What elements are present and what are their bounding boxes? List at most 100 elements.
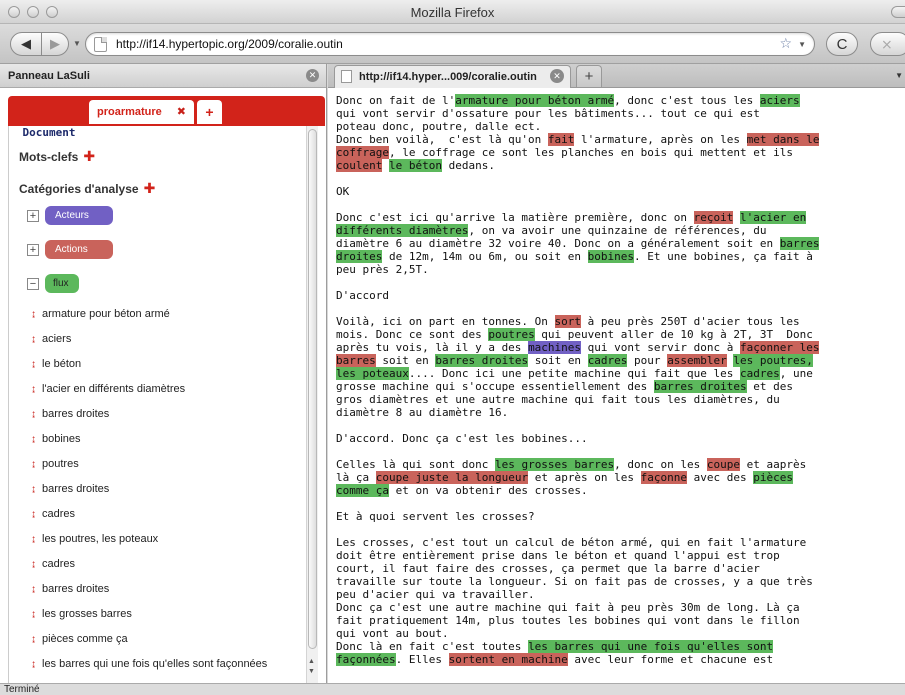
bookmark-star-icon[interactable]: ☆	[779, 35, 792, 52]
text-segment: Celles là qui sont donc	[336, 458, 495, 471]
highlight-action[interactable]: fait	[547, 133, 575, 146]
list-item[interactable]: ↨ aciers	[31, 333, 71, 345]
page-favicon-icon	[94, 37, 107, 52]
expand-toggle-icon[interactable]: +	[27, 244, 39, 256]
page-tab-close-icon[interactable]: ✕	[550, 69, 564, 83]
scrollbar-thumb[interactable]	[308, 129, 317, 649]
transcript-paragraph: OK	[336, 185, 896, 198]
tab-add-button[interactable]: +	[197, 100, 222, 124]
back-button[interactable]: ◀	[10, 32, 42, 56]
category-pill[interactable]: Actions	[45, 240, 113, 259]
anchor-icon: ↨	[31, 384, 36, 395]
list-item[interactable]: ↨ cadres	[31, 508, 75, 520]
sidebar-tabstrip: Document proarmature ✖ +	[8, 96, 325, 150]
highlight-action[interactable]: coulent	[336, 159, 383, 172]
highlight-flux[interactable]: aciers	[759, 94, 800, 107]
anchor-icon: ↨	[31, 359, 36, 370]
transcript-paragraph: Donc on fait de l'armature pour béton ar…	[336, 94, 896, 172]
highlight-flux[interactable]: bobines	[587, 250, 635, 263]
url-text[interactable]: http://if14.hypertopic.org/2009/coralie.…	[116, 37, 343, 51]
text-segment: et on va obtenir des crosses.	[388, 484, 588, 497]
page-tab[interactable]: http://if14.hyper...009/coralie.outin ✕	[334, 65, 571, 88]
add-category-icon[interactable]: ✚	[144, 180, 156, 196]
list-item[interactable]: ↨ l'acier en différents diamètres	[31, 383, 185, 395]
highlight-flux[interactable]: poutres	[488, 328, 535, 341]
highlight-flux[interactable]: armature pour béton armé	[455, 94, 615, 107]
category-pill[interactable]: Acteurs	[45, 206, 113, 225]
category-pill[interactable]: flux	[45, 274, 79, 293]
list-item[interactable]: ↨ les grosses barres	[31, 608, 132, 620]
anchor-icon: ↨	[31, 634, 36, 645]
highlight-action[interactable]: sortent en machine	[448, 653, 568, 666]
text-segment: D'accord. Donc ça c'est les bobines...	[336, 432, 588, 445]
text-segment: D'accord	[336, 289, 389, 302]
history-dropdown-icon[interactable]: ▼	[73, 39, 81, 48]
text-segment	[733, 211, 740, 224]
text-segment: OK	[336, 185, 350, 198]
highlight-action[interactable]: coupe juste la longueur	[375, 471, 529, 484]
tab-proarmature-label: proarmature	[97, 106, 162, 118]
transcript-paragraph: Celles là qui sont donc les grosses barr…	[336, 458, 896, 497]
text-segment: , le coffrage ce sont les planches en bo…	[388, 146, 793, 159]
sidebar-scrollbar[interactable]: ▲ ▼	[306, 126, 318, 683]
toolbar-toggle-button[interactable]	[891, 6, 905, 18]
new-tab-button[interactable]: +	[576, 65, 602, 87]
list-item[interactable]: ↨ bobines	[31, 433, 81, 445]
anchor-icon: ↨	[31, 659, 36, 670]
list-item[interactable]: ↨ barres droites	[31, 408, 109, 420]
reload-button[interactable]: C	[826, 32, 858, 56]
url-bar[interactable]: http://if14.hypertopic.org/2009/coralie.…	[85, 32, 815, 56]
categories-heading: Catégories d'analyse ✚	[19, 180, 155, 197]
list-item[interactable]: ↨ barres droites	[31, 483, 109, 495]
content-pane: http://if14.hyper...009/coralie.outin ✕ …	[328, 64, 905, 683]
forward-button[interactable]: ▶	[41, 32, 69, 56]
list-item[interactable]: ↨ armature pour béton armé	[31, 308, 170, 320]
text-segment	[382, 159, 389, 172]
back-arrow-icon: ◀	[21, 36, 31, 51]
scroll-up-icon[interactable]: ▲	[308, 658, 315, 665]
anchor-icon: ↨	[31, 484, 36, 495]
categories-heading-label: Catégories d'analyse	[19, 182, 139, 196]
text-segment: dedans.	[441, 159, 495, 172]
highlight-action[interactable]: reçoit	[693, 211, 734, 224]
sidebar-close-icon[interactable]: ✕	[306, 69, 319, 82]
scroll-down-icon[interactable]: ▼	[308, 668, 315, 675]
page-tab-title: http://if14.hyper...009/coralie.outin	[359, 71, 537, 83]
highlight-flux[interactable]: cadres	[740, 367, 780, 380]
text-segment: Donc on fait de l'	[336, 94, 456, 107]
highlight-flux[interactable]: cadres	[587, 354, 628, 367]
highlight-flux[interactable]: le béton	[388, 159, 442, 172]
anchor-icon: ↨	[31, 409, 36, 420]
list-item[interactable]: ↨ les poutres, les poteaux	[31, 533, 158, 545]
collapse-toggle-icon[interactable]: −	[27, 278, 39, 290]
tab-close-icon[interactable]: ✖	[177, 100, 186, 124]
text-segment: .... Donc ici une petite machine qui fai…	[408, 367, 740, 380]
tab-proarmature[interactable]: proarmature ✖	[89, 100, 194, 124]
highlight-flux[interactable]: barres droites	[435, 354, 529, 367]
highlight-action[interactable]: coupe	[706, 458, 741, 471]
list-item[interactable]: ↨ les barres qui une fois qu'elles sont f…	[31, 658, 267, 670]
stop-button[interactable]: ⨯	[870, 32, 905, 56]
transcript-paragraph: D'accord	[336, 289, 896, 302]
highlight-flux[interactable]: barres droites	[653, 380, 747, 393]
anchor-icon: ↨	[31, 584, 36, 595]
expand-toggle-icon[interactable]: +	[27, 210, 39, 222]
highlight-action[interactable]: sort	[554, 315, 582, 328]
window-title: Mozilla Firefox	[410, 5, 495, 20]
list-item[interactable]: ↨ poutres	[31, 458, 79, 470]
anchor-icon: ↨	[31, 509, 36, 520]
highlight-action[interactable]: assembler	[667, 354, 727, 367]
url-dropdown-icon[interactable]: ▼	[798, 40, 806, 49]
anchor-icon: ↨	[31, 559, 36, 570]
list-item[interactable]: ↨ barres droites	[31, 583, 109, 595]
highlight-acteur[interactable]: machines	[528, 341, 582, 354]
text-segment: l'armature, après on les	[574, 133, 747, 146]
highlight-flux[interactable]: les grosses barres	[494, 458, 615, 471]
add-keyword-icon[interactable]: ✚	[83, 148, 95, 164]
highlight-action[interactable]: façonne	[640, 471, 688, 484]
list-item[interactable]: ↨ pièces comme ça	[31, 633, 128, 645]
list-item[interactable]: ↨ le béton	[31, 358, 81, 370]
list-item[interactable]: ↨ cadres	[31, 558, 75, 570]
page-tab-favicon-icon	[341, 70, 352, 83]
tab-list-icon[interactable]: ▼	[895, 71, 903, 80]
